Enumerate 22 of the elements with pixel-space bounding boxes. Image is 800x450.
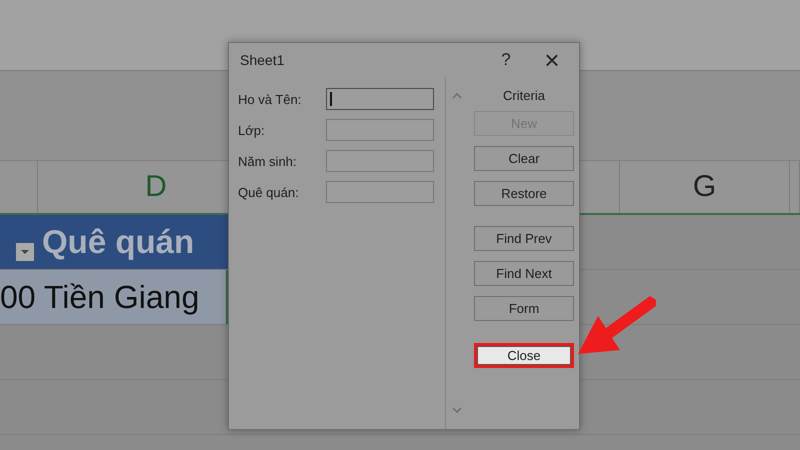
header-text: Quê quán (42, 223, 194, 261)
dialog-button[interactable]: Clear (474, 146, 574, 171)
close-button[interactable]: × (529, 43, 575, 77)
field-label: Ho và Tên: (238, 92, 302, 106)
dialog-button[interactable]: Find Prev (474, 226, 574, 251)
dialog-button[interactable]: Restore (474, 181, 574, 206)
table-cell: 00 Tiền Giang (0, 270, 228, 324)
help-button[interactable]: ? (483, 43, 529, 77)
filter-dropdown-icon[interactable] (16, 243, 34, 261)
input-field[interactable] (326, 181, 434, 203)
dialog-title: Sheet1 (240, 52, 286, 68)
dialog-button[interactable]: Find Next (474, 261, 574, 286)
dialog-button[interactable]: Close (477, 346, 571, 365)
input-field[interactable] (326, 150, 434, 172)
input-field[interactable] (326, 119, 434, 141)
column-header[interactable]: G (620, 161, 790, 213)
input-field[interactable] (326, 88, 434, 110)
scroll-down-icon[interactable] (452, 407, 462, 413)
field-label: Lớp: (238, 122, 265, 138)
scroll-up-icon[interactable] (452, 93, 462, 99)
dialog-button[interactable]: Form (474, 296, 574, 321)
record-label: Criteria (503, 88, 545, 103)
